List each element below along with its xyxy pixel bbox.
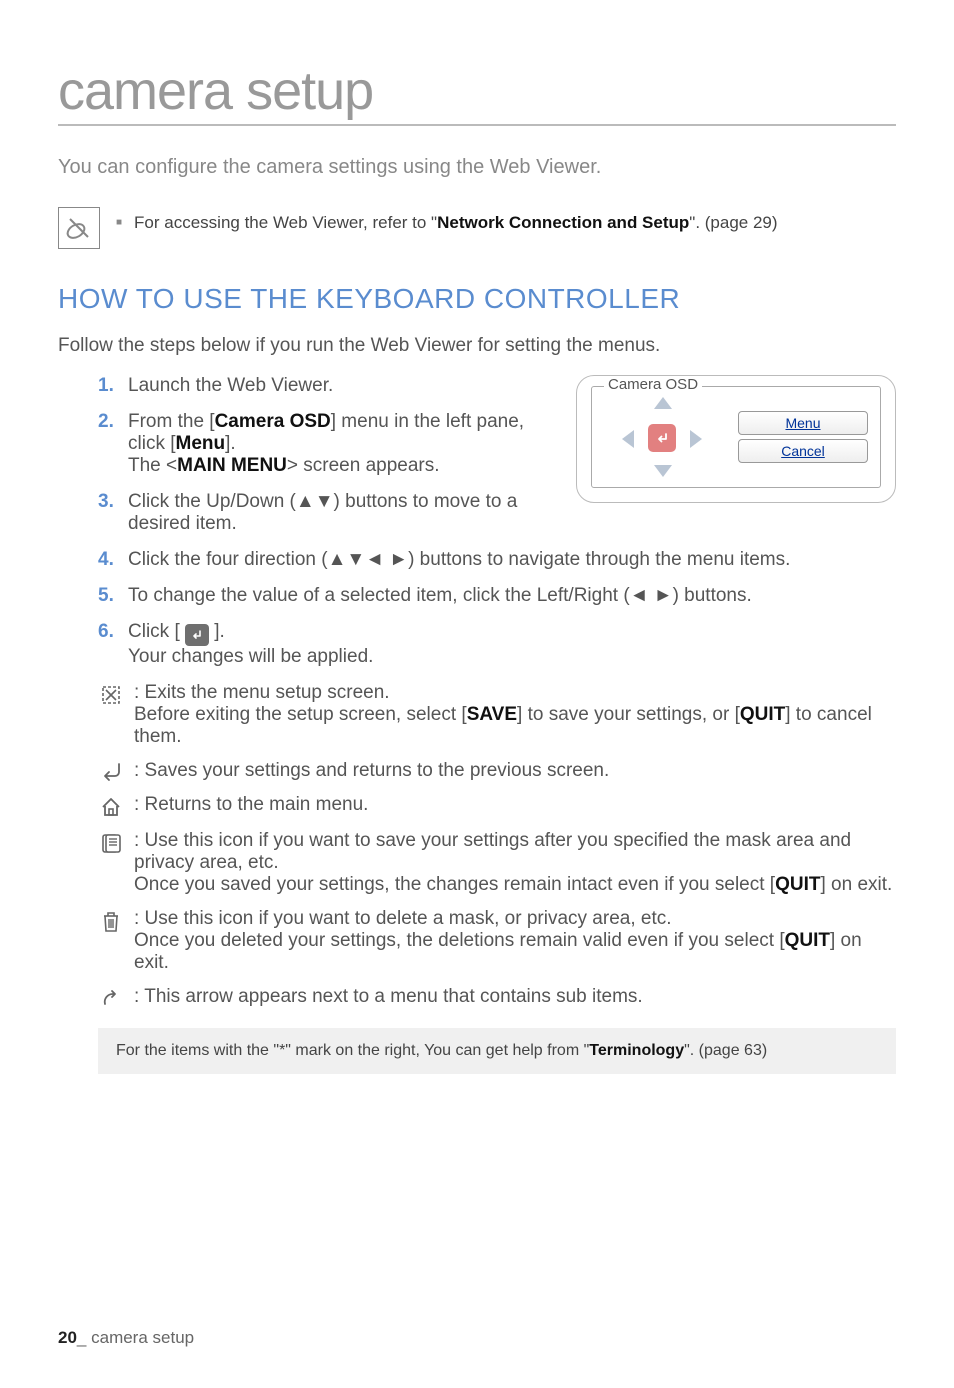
icon-legend-text: : Saves your settings and returns to the… [134, 760, 896, 782]
page-footer: 20_ camera setup [58, 1328, 194, 1348]
icon-legend-text: : Use this icon if you want to delete a … [134, 908, 896, 974]
terminology-ref: For the items with the "*" mark on the r… [98, 1028, 896, 1074]
sub-icon [98, 986, 124, 1010]
step-body: From the [Camera OSD] menu in the left p… [128, 411, 556, 477]
home-icon [98, 794, 124, 818]
intro-text: You can configure the camera settings us… [58, 156, 896, 179]
icon-legend-item: : Use this icon if you want to delete a … [98, 908, 896, 974]
dpad-down-icon[interactable] [654, 465, 672, 477]
dpad-left-icon[interactable] [622, 430, 634, 448]
save-icon [98, 830, 124, 854]
icon-legend-item: : Exits the menu setup screen.Before exi… [98, 682, 896, 748]
icon-legend-item: : Returns to the main menu. [98, 794, 896, 818]
camera-osd-legend: Camera OSD [604, 376, 702, 393]
step-number: 2. [98, 411, 120, 477]
dpad-up-icon[interactable] [654, 397, 672, 409]
step-number: 4. [98, 549, 120, 571]
step-item: 5. To change the value of a selected item… [98, 585, 896, 607]
dpad-right-icon[interactable] [690, 430, 702, 448]
note-text: ■For accessing the Web Viewer, refer to … [116, 207, 778, 233]
step-body: Launch the Web Viewer. [128, 375, 556, 397]
note-block: ■For accessing the Web Viewer, refer to … [58, 207, 896, 249]
step-number: 6. [98, 621, 120, 668]
step-number: 5. [98, 585, 120, 607]
step-item: 6.Click [ ].Your changes will be applied… [98, 621, 896, 668]
step-item: 4. Click the four direction (▲▼◄ ►) butto… [98, 549, 896, 571]
step-body: Click [ ].Your changes will be applied. [128, 621, 896, 668]
cancel-button[interactable]: Cancel [738, 439, 868, 463]
section-title: HOW TO USE THE KEYBOARD CONTROLLER [58, 283, 896, 315]
step-number: 3. [98, 491, 120, 535]
icon-legend-item: : This arrow appears next to a menu that… [98, 986, 896, 1010]
icon-legend-list: : Exits the menu setup screen.Before exi… [58, 682, 896, 1010]
dpad-enter-button[interactable] [648, 424, 676, 452]
step-body: Click the four direction (▲▼◄ ►) buttons… [128, 549, 896, 571]
icon-legend-item: : Saves your settings and returns to the… [98, 760, 896, 782]
icon-legend-text: : Use this icon if you want to save your… [134, 830, 896, 896]
icon-legend-text: : Returns to the main menu. [134, 794, 896, 816]
dpad [614, 397, 710, 477]
camera-osd-panel: Camera OSD Menu Cancel [576, 375, 896, 503]
menu-button[interactable]: Menu [738, 411, 868, 435]
icon-legend-text: : This arrow appears next to a menu that… [134, 986, 896, 1008]
back-icon [98, 760, 124, 782]
note-icon [58, 207, 100, 249]
chapter-title: camera setup [58, 60, 896, 126]
delete-icon [98, 908, 124, 934]
section-intro: Follow the steps below if you run the We… [58, 335, 896, 357]
step-body: To change the value of a selected item, … [128, 585, 896, 607]
icon-legend-text: : Exits the menu setup screen.Before exi… [134, 682, 896, 748]
icon-legend-item: : Use this icon if you want to save your… [98, 830, 896, 896]
exit-icon [98, 682, 124, 706]
step-number: 1. [98, 375, 120, 397]
step-body: Click the Up/Down (▲▼) buttons to move t… [128, 491, 556, 535]
